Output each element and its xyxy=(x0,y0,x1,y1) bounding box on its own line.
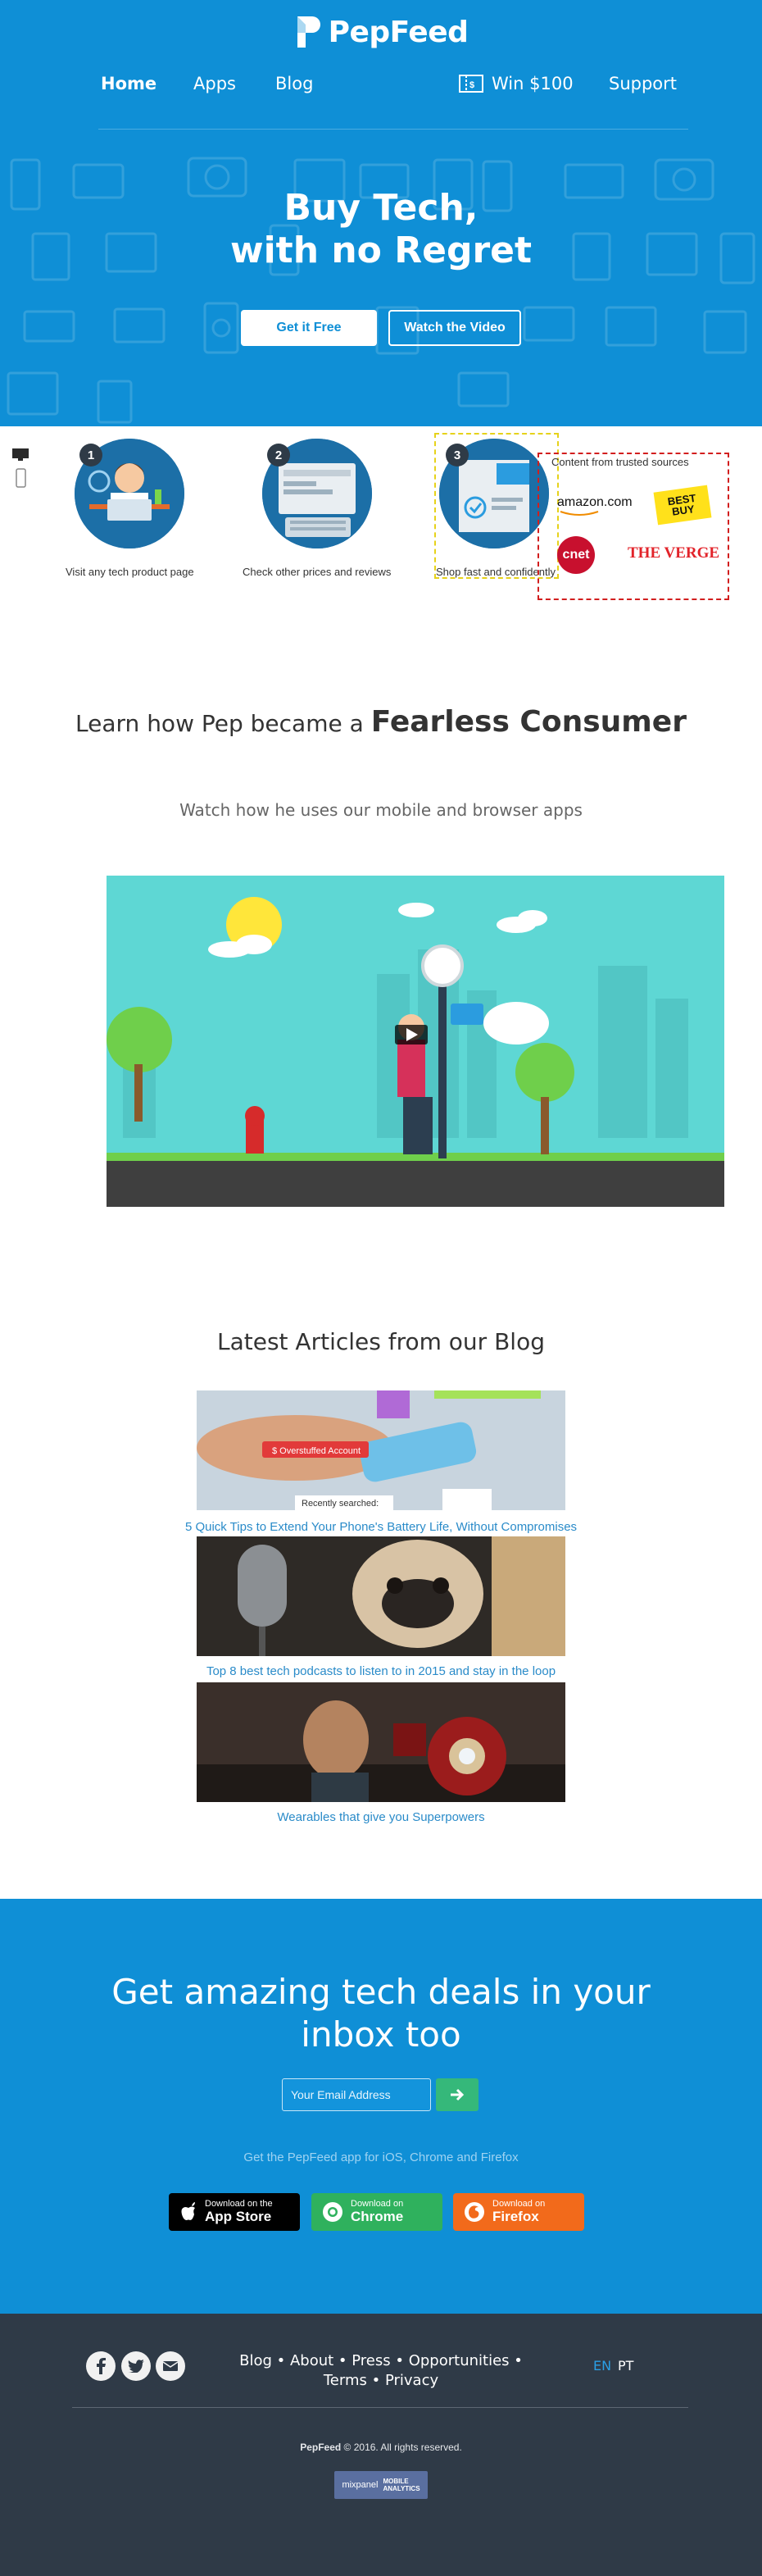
hero-headline: Buy Tech, with no Regret xyxy=(0,187,762,272)
nav-apps[interactable]: Apps xyxy=(193,74,236,93)
mixpanel-badge[interactable]: mixpanel MOBILE ANALYTICS xyxy=(334,2471,428,2499)
firefox-store-text: Download on Firefox xyxy=(492,2199,546,2224)
trusted-sources-box xyxy=(537,453,729,600)
hero-headline-line1: Buy Tech, xyxy=(283,187,479,229)
learn-title-emphasis: Fearless Consumer xyxy=(370,705,687,739)
step-2-caption: Check other prices and reviews xyxy=(243,566,392,578)
hero-headline-line2: with no Regret xyxy=(229,230,533,271)
app-store-text: Download on the App Store xyxy=(205,2199,273,2224)
nav-blog[interactable]: Blog xyxy=(275,74,313,93)
subscribe-button[interactable] xyxy=(436,2078,479,2111)
lang-en[interactable]: EN xyxy=(593,2358,611,2373)
ticket-icon: $ xyxy=(459,75,483,93)
apps-line: Get the PepFeed app for iOS, Chrome and … xyxy=(243,2150,519,2164)
brand-name: PepFeed xyxy=(328,15,469,49)
article-2-image[interactable] xyxy=(197,1536,565,1656)
get-it-free-button[interactable]: Get it Free xyxy=(241,310,377,346)
article-3-image[interactable] xyxy=(197,1682,565,1802)
copyright-brand: PepFeed xyxy=(300,2442,342,2453)
twitter-icon[interactable] xyxy=(121,2351,151,2381)
device-pattern-background xyxy=(7,157,755,424)
brand-logo[interactable]: PepFeed xyxy=(0,15,762,49)
email-icon[interactable] xyxy=(156,2351,185,2381)
footer-links: Blog • About • Press • Opportunities • T… xyxy=(238,2351,524,2391)
step-2 xyxy=(227,439,407,548)
article-1-label-a: $ Overstuffed Account xyxy=(272,1446,361,1456)
learn-title-prefix: Learn how Pep became a xyxy=(75,710,364,737)
app-store-button[interactable]: Download on the App Store xyxy=(169,2193,300,2231)
video-thumbnail xyxy=(107,876,724,1207)
lang-pt[interactable]: PT xyxy=(618,2358,633,2373)
article-3-link[interactable]: Wearables that give you Superpowers xyxy=(0,1810,762,1824)
step-2-number: 2 xyxy=(267,444,290,467)
desktop-icon[interactable] xyxy=(11,448,29,462)
video-player[interactable] xyxy=(107,876,724,1207)
step-1 xyxy=(39,439,220,548)
learn-subtitle: Watch how he uses our mobile and browser… xyxy=(179,800,583,820)
footer-links-line1[interactable]: Blog • About • Press • Opportunities • xyxy=(238,2351,524,2371)
article-1-link[interactable]: 5 Quick Tips to Extend Your Phone's Batt… xyxy=(0,1520,762,1534)
nav-support[interactable]: Support xyxy=(609,74,677,93)
blog-section-title: Latest Articles from our Blog xyxy=(217,1328,545,1355)
nav-divider xyxy=(98,129,688,130)
chrome-icon xyxy=(323,2202,342,2222)
logo-amazon: amazon.com xyxy=(557,495,633,517)
firefox-store-button[interactable]: Download on Firefox xyxy=(453,2193,584,2231)
watch-video-button[interactable]: Watch the Video xyxy=(388,310,521,346)
svg-text:$: $ xyxy=(469,80,474,90)
mixpanel-brand: mixpanel xyxy=(342,2480,379,2490)
firefox-icon xyxy=(465,2202,484,2222)
footer-divider xyxy=(72,2407,688,2408)
step-3-number: 3 xyxy=(446,444,469,467)
main-nav: Home Apps Blog $ Win $100 Support xyxy=(0,74,762,98)
step-1-caption: Visit any tech product page xyxy=(66,566,194,578)
newsletter-title-line1: Get amazing tech deals in your xyxy=(111,1972,651,2012)
chrome-store-text: Download on Chrome xyxy=(351,2199,404,2224)
step-1-number: 1 xyxy=(79,444,102,467)
learn-title: Learn how Pep became a Fearless Consumer xyxy=(0,705,762,739)
article-2-link[interactable]: Top 8 best tech podcasts to listen to in… xyxy=(0,1664,762,1678)
nav-home[interactable]: Home xyxy=(101,74,156,93)
pepfeed-logo-icon xyxy=(297,16,320,48)
chrome-store-button[interactable]: Download on Chrome xyxy=(311,2193,442,2231)
article-1-label-b: Recently searched: xyxy=(302,1499,379,1509)
hero-section: PepFeed Home Apps Blog $ Win $100 Suppor… xyxy=(0,0,762,426)
newsletter-title: Get amazing tech deals in your inbox too xyxy=(0,1971,762,2056)
logo-cnet: cnet xyxy=(557,536,595,574)
device-switcher xyxy=(11,448,29,490)
mixpanel-badge-text: MOBILE ANALYTICS xyxy=(383,2478,420,2492)
arrow-right-icon xyxy=(451,2088,465,2101)
article-1-image[interactable]: $ Overstuffed Account Recently searched: xyxy=(197,1390,565,1510)
nav-win[interactable]: $ Win $100 xyxy=(459,74,574,93)
apple-icon xyxy=(181,2202,195,2220)
copyright: PepFeed © 2016. All rights reserved. xyxy=(0,2442,762,2453)
email-field[interactable] xyxy=(282,2078,431,2111)
copyright-text: © 2016. All rights reserved. xyxy=(343,2442,462,2453)
facebook-icon[interactable] xyxy=(86,2351,116,2381)
logo-the-verge: THE VERGE xyxy=(628,544,720,562)
newsletter-title-line2: inbox too xyxy=(301,2014,461,2055)
mobile-icon[interactable] xyxy=(11,467,29,490)
footer-links-line2[interactable]: Terms • Privacy xyxy=(238,2371,524,2391)
nav-win-label: Win $100 xyxy=(492,74,574,93)
trusted-sources-title: Content from trusted sources xyxy=(551,456,689,468)
